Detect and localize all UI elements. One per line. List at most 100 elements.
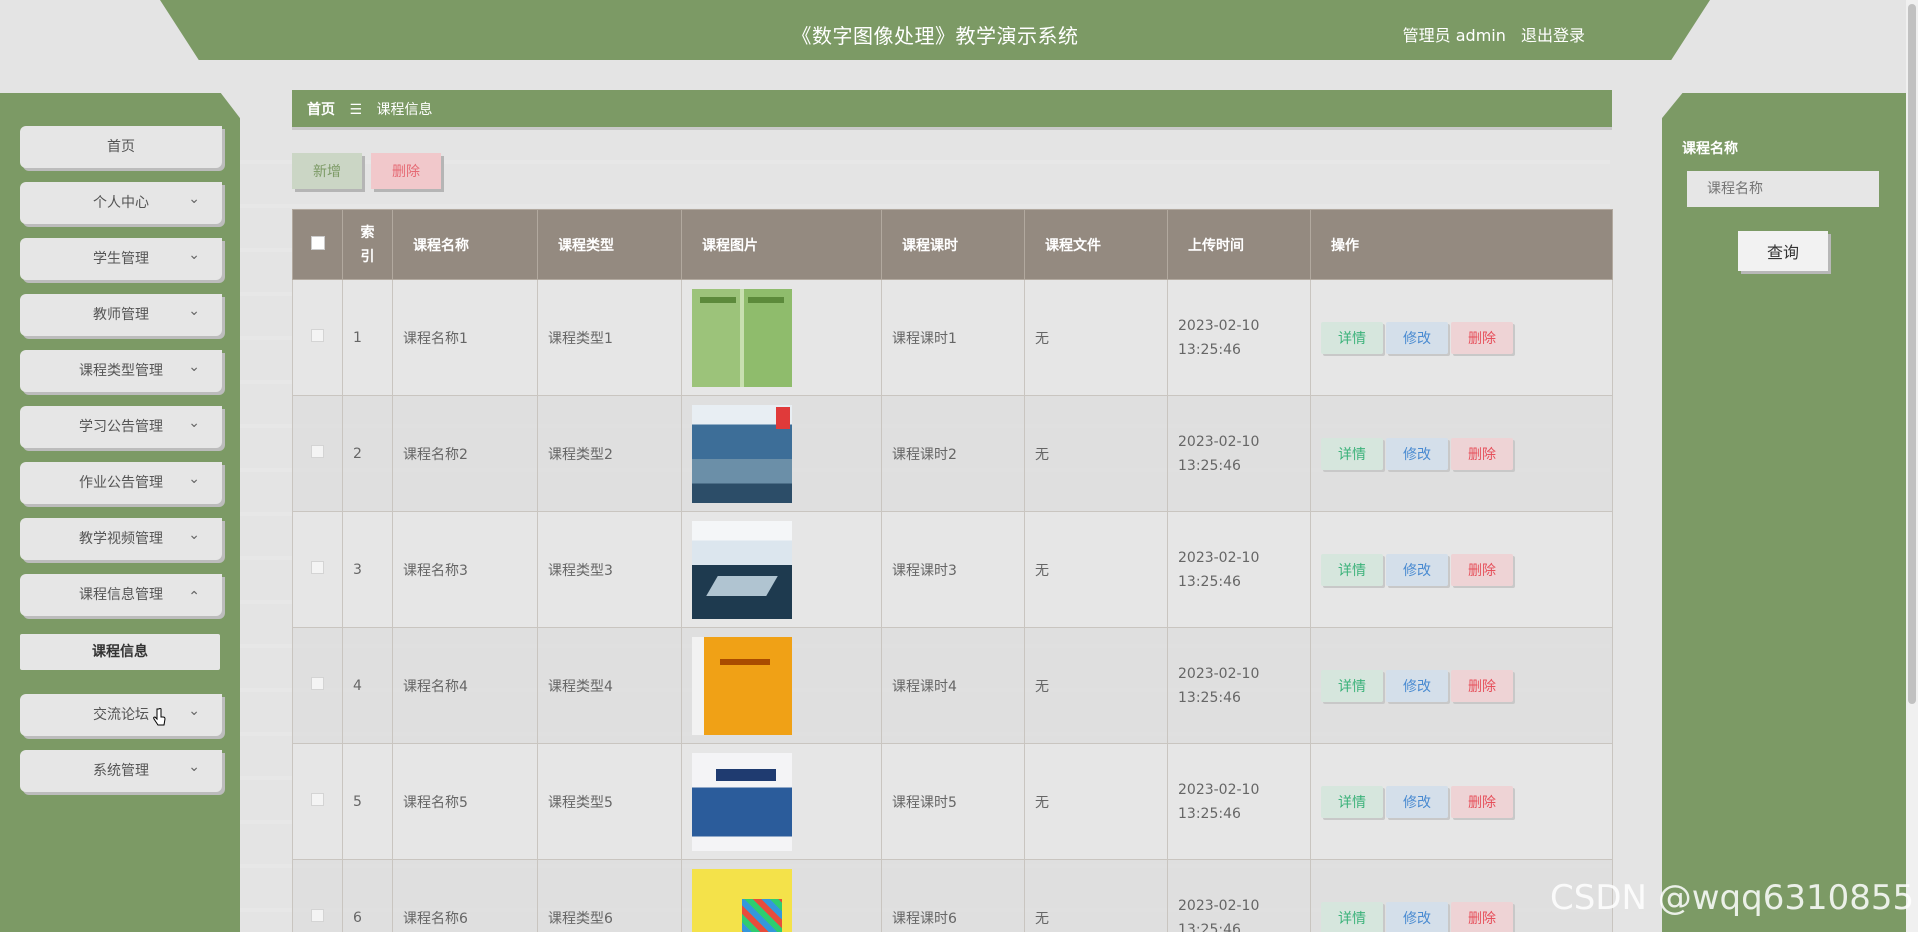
row-course-type: 课程类型4 [537, 627, 682, 744]
delete-button[interactable]: 删除 [1451, 669, 1513, 702]
row-operations: 详情 修改 删除 [1310, 395, 1613, 512]
row-course-hours: 课程课时6 [881, 859, 1025, 932]
sidebar-item-student-management[interactable]: 学生管理 ⌄ [20, 238, 222, 280]
sidebar-item-label: 教学视频管理 [79, 531, 163, 547]
sidebar-item-label: 教师管理 [93, 307, 149, 323]
sidebar-subitem-label: 课程信息 [92, 644, 148, 660]
row-checkbox[interactable] [311, 445, 324, 458]
detail-button[interactable]: 详情 [1321, 901, 1383, 932]
breadcrumb-current: 课程信息 [376, 102, 433, 118]
delete-button[interactable]: 删除 [1451, 553, 1513, 586]
delete-button[interactable]: 删除 [1451, 901, 1513, 932]
edit-button[interactable]: 修改 [1386, 785, 1448, 818]
row-upload-time: 2023-02-10 13:25:46 [1167, 279, 1311, 396]
sidebar-item-personal-center[interactable]: 个人中心 ⌄ [20, 182, 222, 224]
search-input[interactable] [1687, 171, 1879, 207]
course-image[interactable] [692, 404, 792, 503]
row-checkbox[interactable] [311, 561, 324, 574]
batch-delete-button[interactable]: 删除 [371, 153, 441, 189]
chevron-down-icon: ⌄ [188, 303, 200, 319]
course-image[interactable] [692, 752, 792, 851]
menu-icon: ☰ [349, 102, 363, 118]
row-upload-time: 2023-02-10 13:25:46 [1167, 511, 1311, 628]
hand-cursor-icon [153, 708, 166, 726]
row-course-type: 课程类型3 [537, 511, 682, 628]
course-image[interactable] [692, 288, 792, 387]
row-operations: 详情 修改 删除 [1310, 743, 1613, 860]
row-course-name: 课程名称3 [392, 511, 538, 628]
row-checkbox[interactable] [311, 909, 324, 922]
detail-button[interactable]: 详情 [1321, 553, 1383, 586]
chevron-down-icon: ⌄ [188, 359, 200, 375]
logout-link[interactable]: 退出登录 [1521, 26, 1585, 45]
detail-button[interactable]: 详情 [1321, 785, 1383, 818]
header-course-hours: 课程课时 [881, 209, 1025, 280]
header-upload-time: 上传时间 [1167, 209, 1311, 280]
row-upload-time: 2023-02-10 13:25:46 [1167, 859, 1311, 932]
row-index: 6 [342, 859, 393, 932]
edit-button[interactable]: 修改 [1386, 669, 1448, 702]
sidebar-item-forum[interactable]: 交流论坛 ⌄ [20, 694, 222, 736]
search-label: 课程名称 [1682, 141, 1738, 157]
search-button[interactable]: 查询 [1738, 231, 1828, 271]
table-row: 5 课程名称5 课程类型5 课程课时5 无 2023-02-10 13:25:4… [292, 743, 1613, 860]
row-index: 2 [342, 395, 393, 512]
sidebar-item-video-management[interactable]: 教学视频管理 ⌄ [20, 518, 222, 560]
course-image[interactable] [692, 868, 792, 932]
header-course-image: 课程图片 [681, 209, 882, 280]
sidebar-subitem-course-info[interactable]: 课程信息 [20, 634, 220, 670]
row-checkbox[interactable] [311, 677, 324, 690]
table-row: 1 课程名称1 课程类型1 课程课时1 无 2023-02-10 13:25:4… [292, 279, 1613, 396]
row-operations: 详情 修改 删除 [1310, 279, 1613, 396]
row-course-type: 课程类型1 [537, 279, 682, 396]
row-course-hours: 课程课时3 [881, 511, 1025, 628]
row-index: 5 [342, 743, 393, 860]
sidebar-item-label: 作业公告管理 [79, 475, 163, 491]
row-course-name: 课程名称1 [392, 279, 538, 396]
row-course-file: 无 [1024, 511, 1168, 628]
chevron-down-icon: ⌄ [188, 471, 200, 487]
select-all-header [292, 209, 343, 280]
delete-button[interactable]: 删除 [1451, 321, 1513, 354]
chevron-up-icon: ⌃ [188, 589, 200, 605]
scrollbar-thumb[interactable] [1908, 4, 1916, 704]
chevron-down-icon: ⌄ [188, 527, 200, 543]
row-course-type: 课程类型6 [537, 859, 682, 932]
row-checkbox[interactable] [311, 793, 324, 806]
course-image[interactable] [692, 520, 792, 619]
sidebar-item-course-info-management[interactable]: 课程信息管理 ⌃ [20, 574, 222, 616]
sidebar-item-system-management[interactable]: 系统管理 ⌄ [20, 750, 222, 792]
chevron-down-icon: ⌄ [188, 191, 200, 207]
course-image[interactable] [692, 636, 792, 735]
edit-button[interactable]: 修改 [1386, 321, 1448, 354]
breadcrumb-home[interactable]: 首页 [307, 102, 335, 118]
detail-button[interactable]: 详情 [1321, 321, 1383, 354]
row-course-hours: 课程课时2 [881, 395, 1025, 512]
detail-button[interactable]: 详情 [1321, 437, 1383, 470]
sidebar-item-homework-notice-management[interactable]: 作业公告管理 ⌄ [20, 462, 222, 504]
row-course-file: 无 [1024, 395, 1168, 512]
sidebar-item-home[interactable]: 首页 [20, 126, 222, 168]
row-checkbox[interactable] [311, 329, 324, 342]
select-all-checkbox[interactable] [310, 235, 325, 250]
row-course-name: 课程名称5 [392, 743, 538, 860]
detail-button[interactable]: 详情 [1321, 669, 1383, 702]
sidebar-item-label: 首页 [107, 139, 135, 155]
delete-button[interactable]: 删除 [1451, 437, 1513, 470]
table-row: 4 课程名称4 课程类型4 课程课时4 无 2023-02-10 13:25:4… [292, 627, 1613, 744]
sidebar-item-teacher-management[interactable]: 教师管理 ⌄ [20, 294, 222, 336]
row-upload-time: 2023-02-10 13:25:46 [1167, 627, 1311, 744]
delete-button[interactable]: 删除 [1451, 785, 1513, 818]
edit-button[interactable]: 修改 [1386, 553, 1448, 586]
sidebar-item-label: 课程信息管理 [79, 587, 163, 603]
right-search-panel [1662, 93, 1918, 932]
sidebar-item-study-notice-management[interactable]: 学习公告管理 ⌄ [20, 406, 222, 448]
edit-button[interactable]: 修改 [1386, 901, 1448, 932]
row-course-type: 课程类型5 [537, 743, 682, 860]
user-label: 管理员 admin [1402, 26, 1506, 45]
edit-button[interactable]: 修改 [1386, 437, 1448, 470]
add-button[interactable]: 新增 [292, 153, 362, 189]
sidebar-item-course-type-management[interactable]: 课程类型管理 ⌄ [20, 350, 222, 392]
row-course-type: 课程类型2 [537, 395, 682, 512]
sidebar-item-label: 课程类型管理 [79, 363, 163, 379]
